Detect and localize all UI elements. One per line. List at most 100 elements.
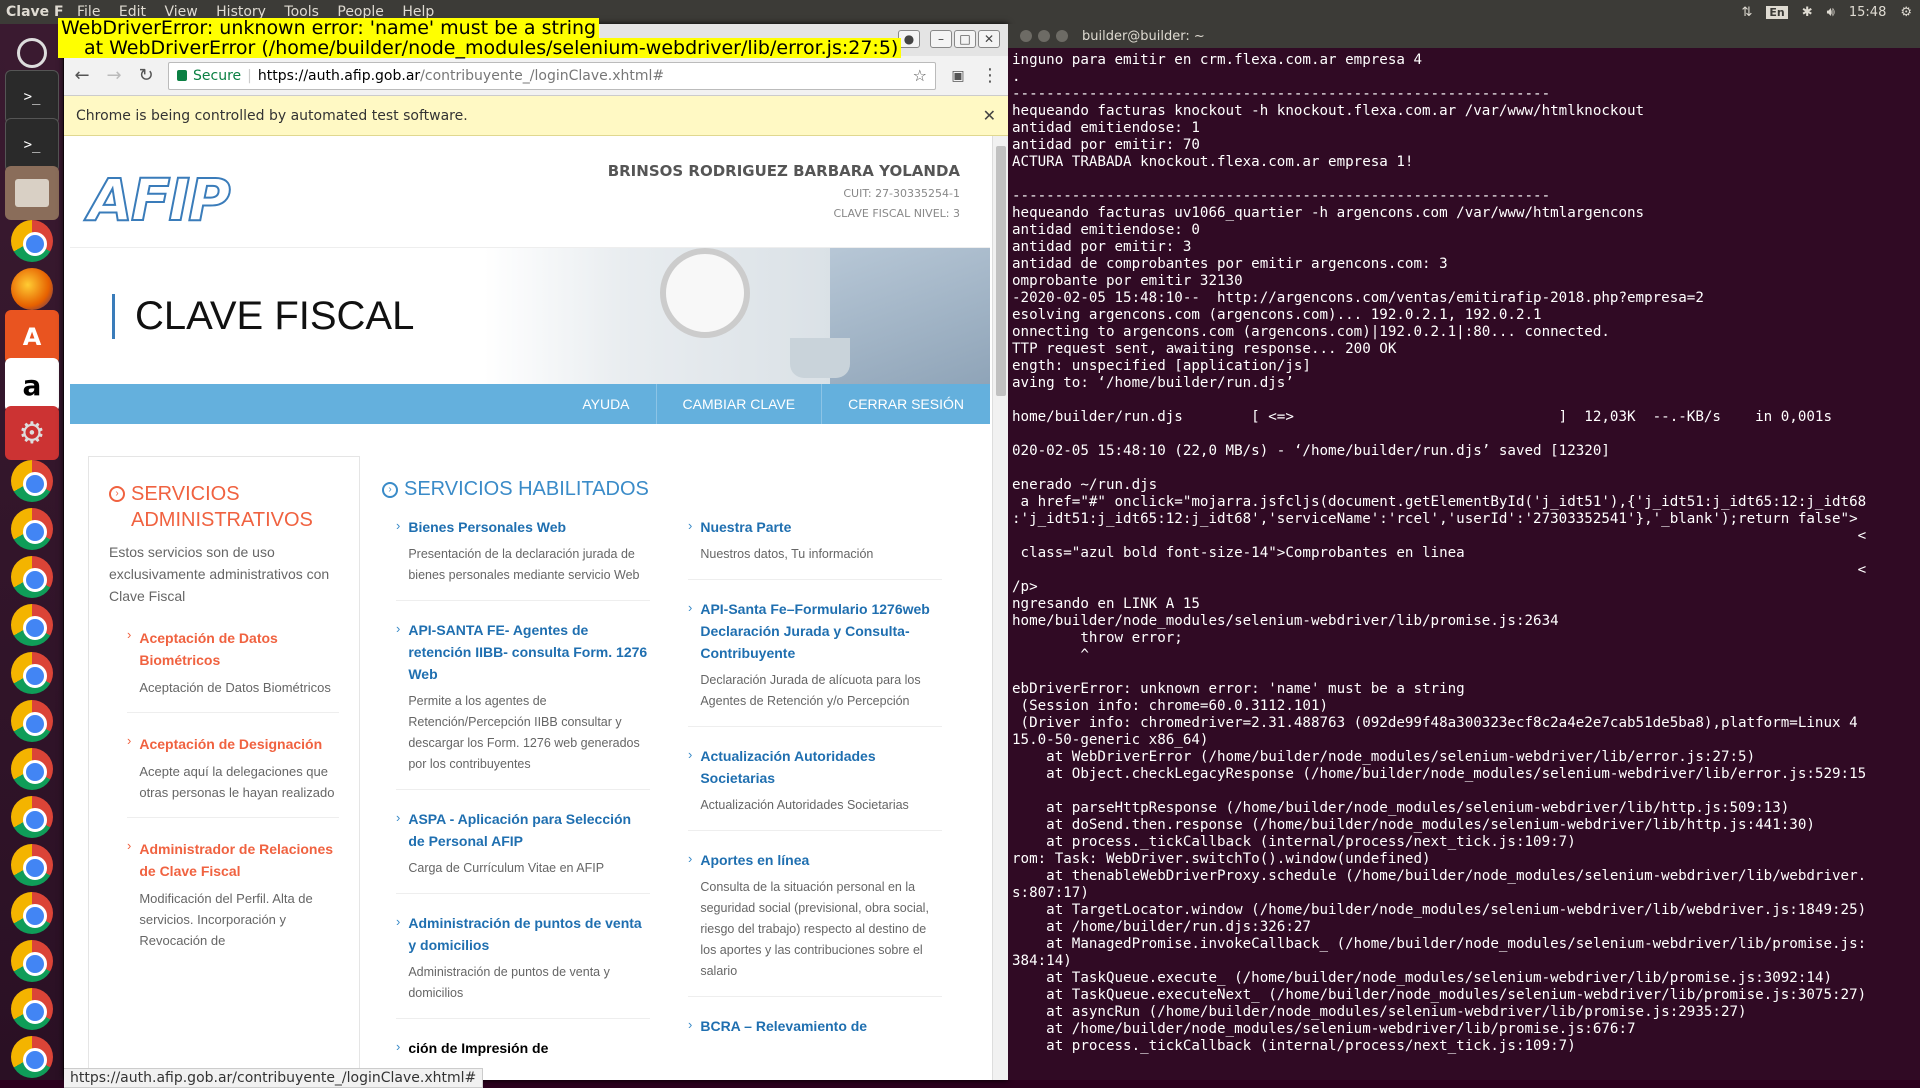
clock-image — [660, 248, 750, 338]
nav-ayuda[interactable]: AYUDA — [556, 384, 655, 424]
page-title: CLAVE FISCAL — [112, 294, 414, 339]
close-icon[interactable] — [1020, 30, 1032, 42]
admin-services-heading: › SERVICIOS ADMINISTRATIVOS — [109, 481, 339, 533]
volume-icon[interactable]: 🔊︎ — [1827, 5, 1835, 20]
terminal-title: builder@builder: ~ — [1082, 28, 1205, 44]
chrome-icon[interactable] — [5, 742, 59, 796]
bluetooth-icon[interactable]: ✱ — [1802, 5, 1813, 20]
chrome-icon[interactable] — [5, 934, 59, 988]
chrome-icon[interactable] — [5, 598, 59, 652]
chevron-right-icon: › — [127, 838, 132, 853]
settings-icon[interactable]: ⚙ — [5, 406, 59, 460]
list-item[interactable]: › Administrador de Relaciones de Clave Fi… — [127, 838, 339, 965]
chevron-right-icon: › — [127, 627, 132, 642]
gear-icon[interactable]: ⚙ — [1900, 5, 1912, 20]
user-name: BRINSOS RODRIGUEZ BARBARA YOLANDA — [607, 162, 960, 180]
chevron-right-icon: › — [396, 1039, 401, 1054]
infobar-close-icon[interactable]: ✕ — [983, 106, 996, 125]
chevron-right-icon: › — [396, 810, 401, 825]
firefox-icon[interactable] — [5, 262, 59, 316]
chevron-circle-icon: › — [109, 486, 125, 502]
service-item[interactable]: › Actualización Autoridades Societarias Ac… — [688, 745, 942, 831]
chrome-icon[interactable] — [5, 454, 59, 508]
maximize-button[interactable]: □ — [954, 30, 976, 48]
lock-icon — [177, 70, 187, 81]
nav-cambiar-clave[interactable]: CAMBIAR CLAVE — [655, 384, 822, 424]
keyboard-layout-indicator[interactable]: En — [1766, 5, 1788, 19]
terminal-titlebar[interactable]: builder@builder: ~ — [1008, 24, 1920, 48]
chrome-icon[interactable] — [5, 502, 59, 556]
extension-icon[interactable]: ▣ — [948, 68, 968, 84]
user-cuit: CUIT: 27-30335254-1 — [843, 187, 960, 200]
service-item[interactable]: › ASPA - Aplicación para Selección de Per… — [396, 808, 650, 894]
hero-banner: CLAVE FISCAL — [70, 248, 990, 384]
chevron-right-icon: › — [688, 851, 693, 866]
afip-header: AFIP BRINSOS RODRIGUEZ BARBARA YOLANDA C… — [70, 136, 990, 248]
terminal-window: builder@builder: ~ inguno para emitir en… — [1008, 24, 1920, 1080]
list-item[interactable]: › Aceptación de Datos Biométricos Aceptaci… — [127, 627, 339, 713]
chrome-icon[interactable] — [5, 214, 59, 268]
chevron-right-icon: › — [688, 1017, 693, 1032]
service-item[interactable]: › Nuestra Parte Nuestros datos, Tu informa… — [688, 516, 942, 580]
infobar-text: Chrome is being controlled by automated … — [76, 107, 468, 124]
chevron-right-icon: › — [396, 621, 401, 636]
launcher: >_ >_ A a ⚙ — [0, 24, 64, 1080]
services-right-column: › Nuestra Parte Nuestros datos, Tu informa… — [688, 516, 942, 1069]
service-item[interactable]: › Administración de puntos de venta y dom… — [396, 912, 650, 1019]
user-level: CLAVE FISCAL NIVEL: 3 — [833, 207, 960, 220]
service-item[interactable]: › Bienes Personales Web Presentación de la… — [396, 516, 650, 601]
files-icon[interactable] — [5, 166, 59, 220]
admin-services-desc: Estos servicios son de uso exclusivament… — [109, 544, 330, 604]
automation-infobar: Chrome is being controlled by automated … — [64, 96, 1008, 136]
error-overlay-line1: WebDriverError: unknown error: 'name' mu… — [58, 18, 600, 38]
chevron-right-icon: › — [688, 518, 693, 533]
service-item[interactable]: › API-SANTA FE- Agentes de retención IIBB… — [396, 619, 650, 790]
system-tray: ⇅ En ✱ 🔊︎ 15:48 ⚙ — [1742, 0, 1913, 24]
service-item[interactable]: › Aportes en línea Consulta de la situació… — [688, 849, 942, 997]
scrollbar-thumb[interactable] — [996, 146, 1006, 396]
chrome-icon[interactable] — [5, 982, 59, 1036]
network-icon[interactable]: ⇅ — [1742, 5, 1753, 20]
address-bar[interactable]: Secure | https://auth.afip.gob.ar/contri… — [168, 61, 936, 90]
chrome-icon[interactable] — [5, 1030, 59, 1084]
chevron-right-icon: › — [396, 518, 401, 533]
minimize-icon[interactable] — [1038, 30, 1050, 42]
service-item[interactable]: › API-Santa Fe–Formulario 1276web Declara… — [688, 598, 942, 727]
browser-toolbar: ← → ↻ Secure | https://auth.afip.gob.ar/… — [64, 56, 1008, 96]
maximize-icon[interactable] — [1056, 30, 1068, 42]
chevron-right-icon: › — [396, 914, 401, 929]
nav-cerrar-sesion[interactable]: CERRAR SESIÓN — [821, 384, 990, 424]
chrome-icon[interactable] — [5, 550, 59, 604]
software-center-icon[interactable]: A — [5, 310, 59, 364]
menu-kebab-icon[interactable]: ⋮ — [980, 65, 1000, 86]
service-item[interactable]: › BCRA – Relevamiento de — [688, 1015, 942, 1051]
terminal-output[interactable]: inguno para emitir en crm.flexa.com.ar e… — [1008, 52, 1920, 1055]
afip-logo[interactable]: AFIP — [87, 165, 232, 235]
page-scrollbar[interactable] — [992, 136, 1008, 1080]
forward-icon[interactable]: → — [104, 65, 124, 86]
user-info: BRINSOS RODRIGUEZ BARBARA YOLANDA CUIT: … — [608, 162, 960, 220]
hero-photo — [830, 248, 990, 384]
reload-icon[interactable]: ↻ — [136, 65, 156, 86]
minimize-button[interactable]: – — [930, 30, 952, 48]
browser-window: ● – □ ✕ ← → ↻ Secure | https://auth.afip… — [64, 24, 1008, 1088]
close-button[interactable]: ✕ — [978, 30, 1000, 48]
clock[interactable]: 15:48 — [1849, 5, 1886, 20]
chrome-icon[interactable] — [5, 886, 59, 940]
chrome-icon[interactable] — [5, 646, 59, 700]
chrome-icon[interactable] — [5, 790, 59, 844]
chevron-circle-icon: › — [382, 481, 398, 498]
chrome-icon[interactable] — [5, 694, 59, 748]
amazon-icon[interactable]: a — [5, 358, 59, 412]
chevron-right-icon: › — [688, 747, 693, 762]
list-item[interactable]: › Aceptación de Designación Acepte aquí la… — [127, 733, 339, 818]
chrome-icon[interactable] — [5, 838, 59, 892]
enabled-services-heading: › SERVICIOS HABILITADOS — [382, 478, 962, 501]
terminal-icon[interactable]: >_ — [5, 118, 59, 172]
chevron-right-icon: › — [127, 733, 132, 748]
services-left-column: › Bienes Personales Web Presentación de la… — [396, 516, 650, 1080]
bookmark-star-icon[interactable]: ☆ — [913, 66, 927, 85]
url-path: /contribuyente_/loginClave.xhtml# — [420, 67, 665, 84]
back-icon[interactable]: ← — [72, 65, 92, 86]
terminal-icon[interactable]: >_ — [5, 70, 59, 124]
